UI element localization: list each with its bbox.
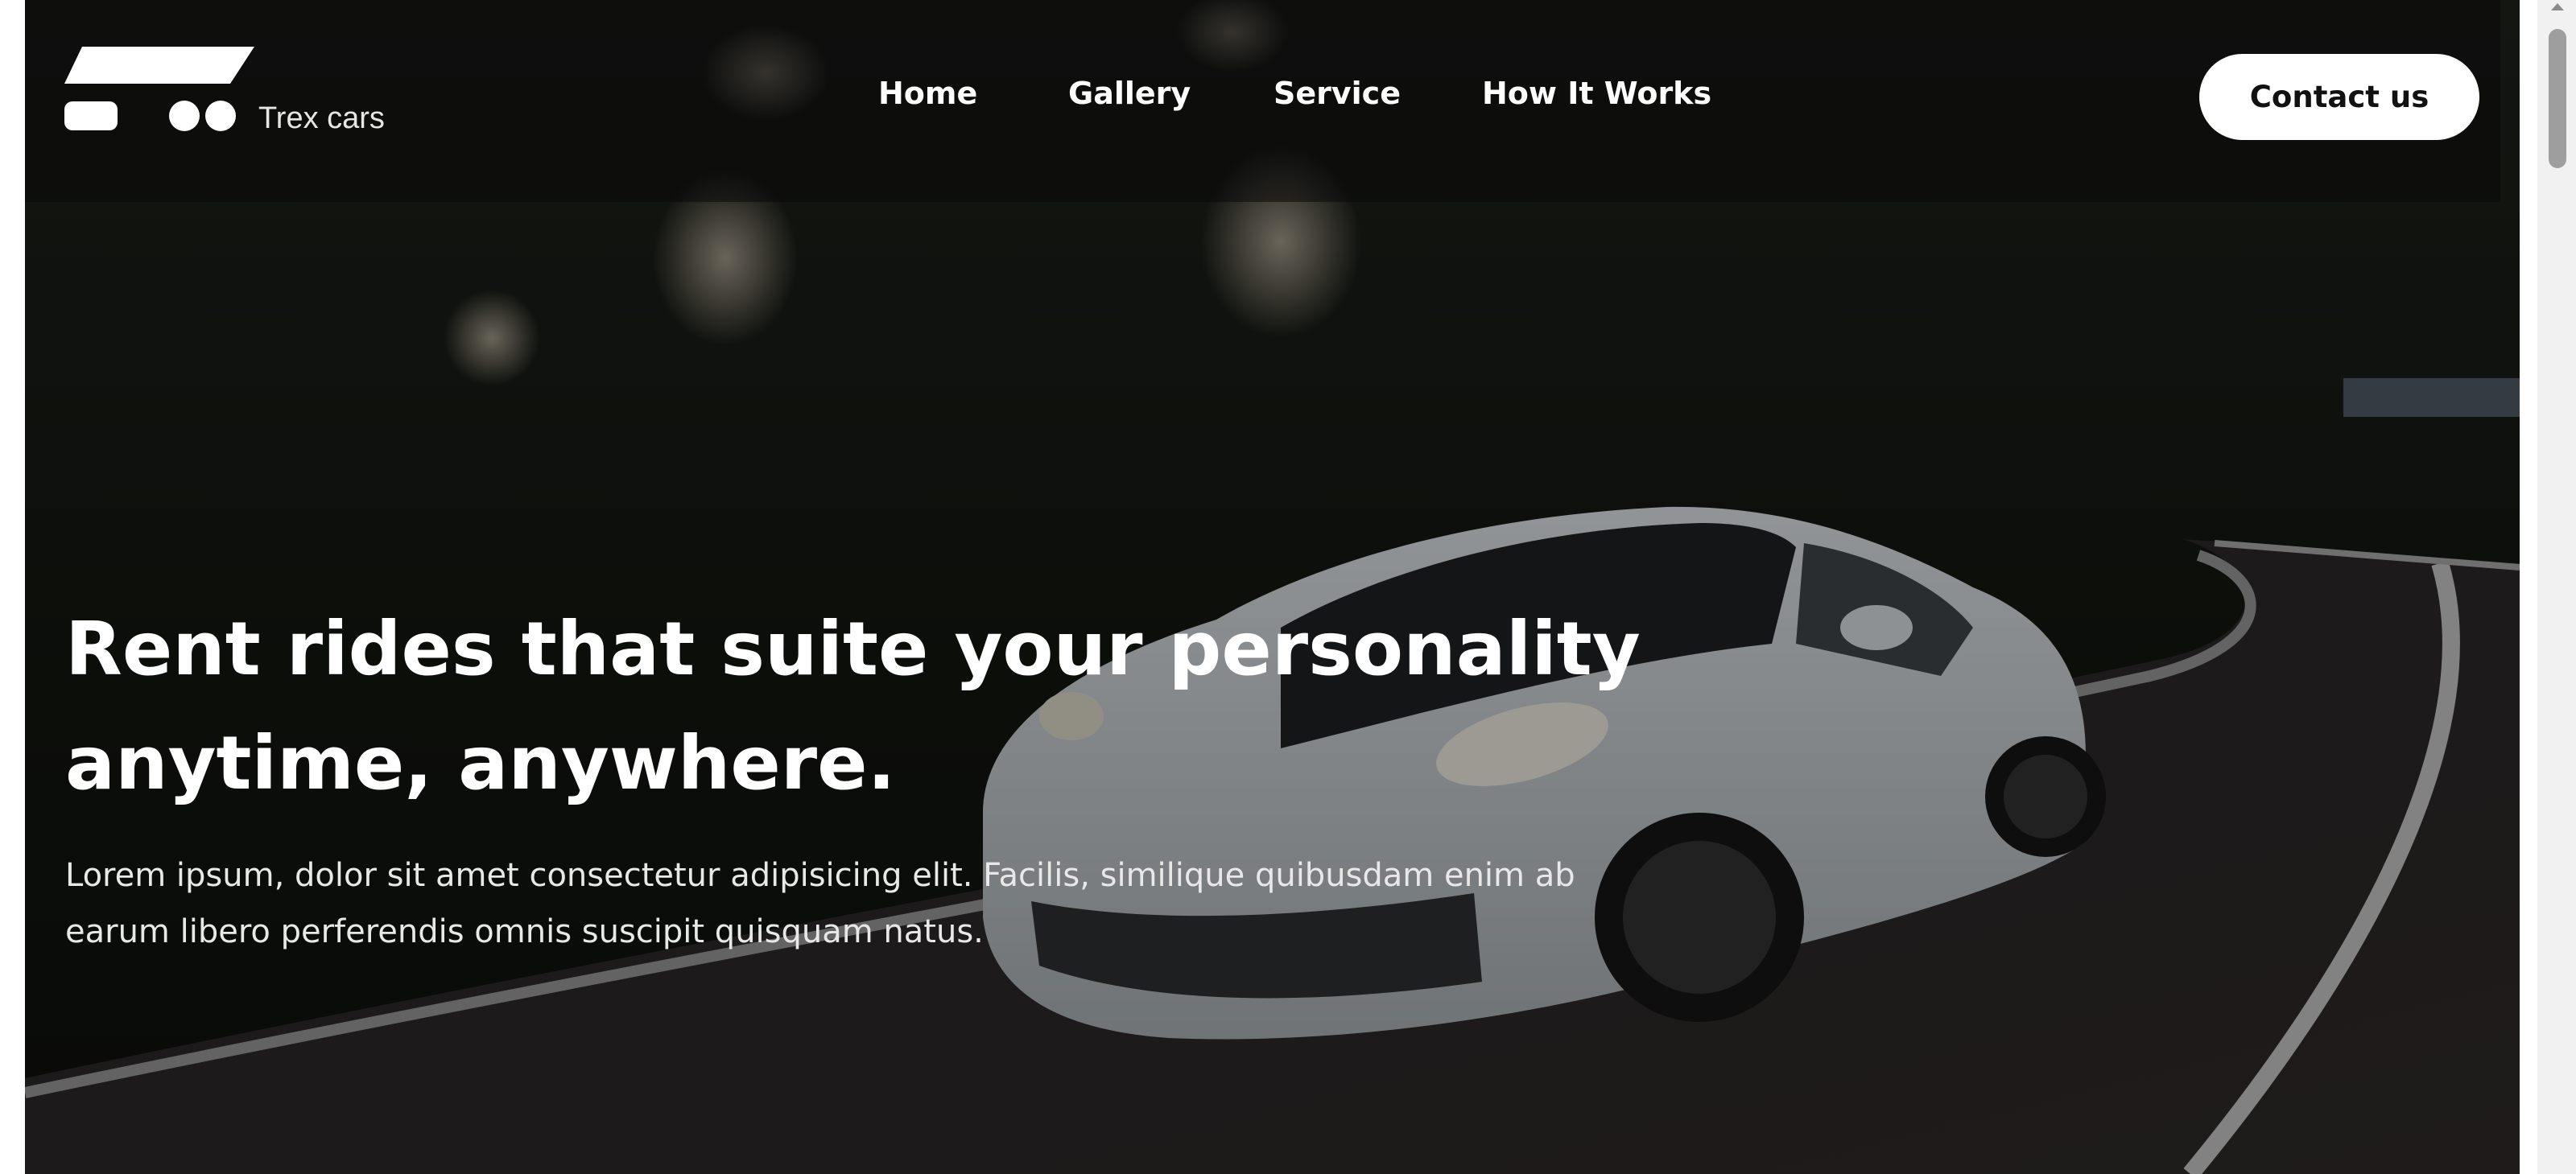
hero-description: Lorem ipsum, dolor sit amet consectetur …: [65, 847, 1675, 960]
hero-description-line-2: earum libero perferendis omnis suscipit …: [65, 913, 984, 950]
main-navigation: Home Gallery Service How It Works: [25, 76, 2500, 124]
nav-item-how-it-works[interactable]: How It Works: [1482, 76, 1711, 111]
hero-headline: Rent rides that suite your personality a…: [65, 592, 1675, 821]
hero-description-line-1: Lorem ipsum, dolor sit amet consectetur …: [65, 857, 1575, 894]
hero-headline-line-1: Rent rides that suite your personality: [65, 606, 1641, 692]
nav-item-service[interactable]: Service: [1274, 76, 1401, 111]
scroll-up-arrow-icon[interactable]: [2551, 3, 2564, 10]
scrollbar-thumb[interactable]: [2549, 29, 2566, 168]
page-scrollbar[interactable]: [2537, 0, 2576, 1174]
hero-section: Trex cars Home Gallery Service How It Wo…: [25, 0, 2520, 1174]
nav-item-home[interactable]: Home: [878, 76, 977, 111]
nav-item-gallery[interactable]: Gallery: [1068, 76, 1191, 111]
contact-us-button[interactable]: Contact us: [2199, 54, 2479, 140]
hero-headline-line-2: anytime, anywhere.: [65, 720, 896, 806]
navbar: Trex cars Home Gallery Service How It Wo…: [25, 0, 2500, 202]
